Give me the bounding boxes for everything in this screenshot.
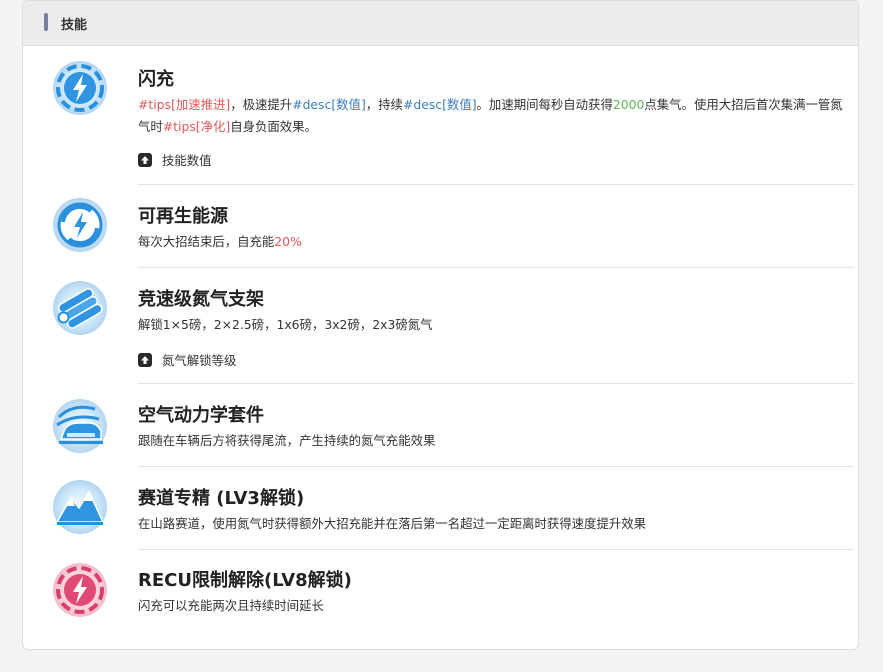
skill-description: #tips[加速推进]，极速提升#desc[数值]，持续#desc[数值]。加速… bbox=[138, 94, 846, 138]
skill-item: 竞速级氮气支架 解锁1×5磅，2×2.5磅，1x6磅，3x2磅，2x3磅氮气 氮… bbox=[23, 267, 858, 384]
desc-text: 在山路赛道，使用氮气时获得额外大招充能并在落后第一名超过一定距离时获得速度提升效… bbox=[138, 516, 647, 531]
skill-description: 解锁1×5磅，2×2.5磅，1x6磅，3x2磅，2x3磅氮气 bbox=[138, 314, 846, 336]
skill-description: 在山路赛道，使用氮气时获得额外大招充能并在落后第一名超过一定距离时获得速度提升效… bbox=[138, 513, 846, 535]
value-highlight: 20% bbox=[274, 234, 302, 249]
skill-name: 赛道专精 (LV3解锁) bbox=[138, 488, 305, 509]
skill-description: 每次大招结束后，自充能20% bbox=[138, 231, 846, 253]
skill-name: 空气动力学套件 bbox=[138, 405, 264, 426]
skill-description: 跟随在车辆后方将获得尾流，产生持续的氮气充能效果 bbox=[138, 430, 846, 452]
desc-text: ，持续 bbox=[365, 97, 403, 112]
desc-text: 跟随在车辆后方将获得尾流，产生持续的氮气充能效果 bbox=[138, 433, 436, 448]
skill-name: RECU限制解除(LV8解锁) bbox=[138, 570, 352, 591]
mountain-icon bbox=[49, 476, 111, 538]
skill-name: 可再生能源 bbox=[138, 206, 228, 227]
skill-item: 可再生能源 每次大招结束后，自充能20% bbox=[23, 184, 858, 268]
skill-item: 赛道专精 (LV3解锁) 在山路赛道，使用氮气时获得额外大招充能并在落后第一名超… bbox=[23, 466, 858, 550]
panel-header: 技能 bbox=[23, 1, 858, 46]
header-accent-bar bbox=[44, 13, 48, 31]
desc-token: #desc[数值] bbox=[402, 97, 477, 112]
tips-token: #tips[加速推进] bbox=[138, 97, 231, 112]
expand-up-icon bbox=[138, 353, 152, 367]
skill-name: 竞速级氮气支架 bbox=[138, 289, 264, 310]
skill-description: 闪充可以充能两次且持续时间延长 bbox=[138, 595, 846, 617]
value-highlight: 2000 bbox=[612, 97, 645, 112]
nitro-tanks-icon bbox=[49, 277, 111, 339]
skill-item: 空气动力学套件 跟随在车辆后方将获得尾流，产生持续的氮气充能效果 bbox=[23, 383, 858, 467]
tips-token: #tips[净化] bbox=[162, 119, 231, 134]
skill-name: 闪充 bbox=[138, 69, 174, 90]
desc-text: 闪充可以充能两次且持续时间延长 bbox=[138, 598, 324, 613]
expand-up-icon bbox=[138, 153, 152, 167]
nitro-unlock-expander[interactable]: 氮气解锁等级 bbox=[138, 351, 236, 369]
skill-item: RECU限制解除(LV8解锁) 闪充可以充能两次且持续时间延长 bbox=[23, 549, 858, 639]
desc-text: 解锁1×5磅，2×2.5磅，1x6磅，3x2磅，2x3磅氮气 bbox=[138, 317, 433, 332]
aero-car-icon bbox=[49, 395, 111, 457]
skill-item: 闪充 #tips[加速推进]，极速提升#desc[数值]，持续#desc[数值]… bbox=[23, 45, 858, 185]
expander-label: 氮气解锁等级 bbox=[162, 353, 237, 368]
skill-list: 闪充 #tips[加速推进]，极速提升#desc[数值]，持续#desc[数值]… bbox=[23, 45, 858, 639]
red-lightning-icon bbox=[49, 559, 111, 621]
lightning-cycle-icon bbox=[49, 57, 111, 119]
skills-panel: 技能 闪充 #tips[加速推进]，极速提升#desc[数值]，持续#desc[… bbox=[22, 0, 859, 650]
desc-text: ，极速提升 bbox=[230, 97, 293, 112]
expander-label: 技能数值 bbox=[162, 153, 212, 168]
skill-values-expander[interactable]: 技能数值 bbox=[138, 151, 212, 169]
desc-text: 。加速期间每秒自动获得 bbox=[476, 97, 613, 112]
desc-text: 每次大招结束后，自充能 bbox=[138, 234, 275, 249]
desc-text: 自身负面效果。 bbox=[230, 119, 317, 134]
renewable-lightning-icon bbox=[49, 194, 111, 256]
desc-token: #desc[数值] bbox=[292, 97, 366, 112]
panel-title: 技能 bbox=[61, 18, 88, 33]
